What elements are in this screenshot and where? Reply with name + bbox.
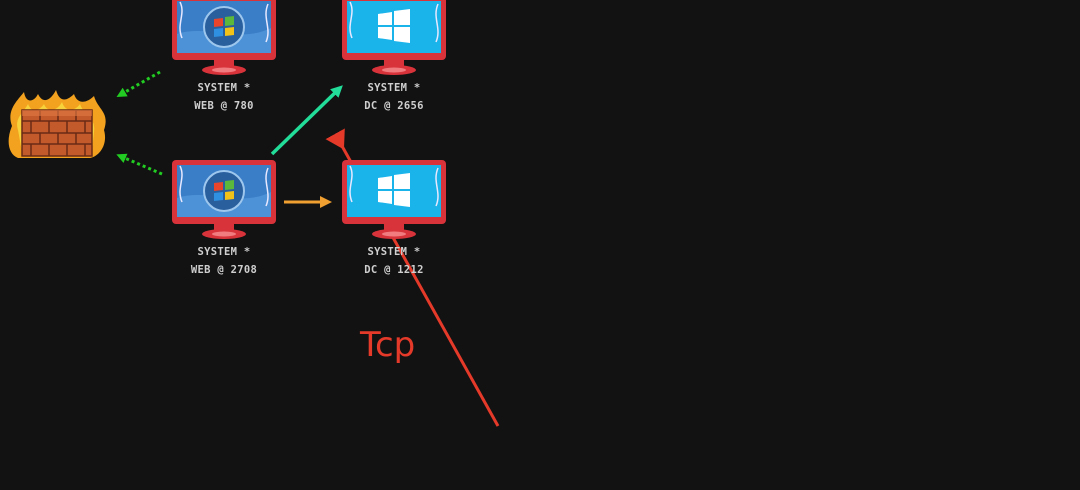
node-user-label: SYSTEM *: [367, 82, 421, 94]
node-user-label: SYSTEM *: [197, 82, 251, 94]
firewall-icon[interactable]: [4, 86, 114, 166]
node-host-label: WEB @ 2708: [190, 264, 258, 276]
session-node-dc-1212[interactable]: SYSTEM * DC @ 1212: [329, 158, 459, 280]
windows-10-computer-icon: [342, 0, 446, 75]
windows-7-computer-icon: [172, 160, 276, 239]
node-user-label: SYSTEM *: [197, 246, 251, 258]
node-host-label: WEB @ 780: [194, 100, 254, 112]
session-node-dc-2656[interactable]: SYSTEM * DC @ 2656: [329, 0, 459, 116]
windows-10-computer-icon: [342, 160, 446, 239]
node-host-label: DC @ 2656: [364, 100, 424, 112]
node-host-label: DC @ 1212: [364, 264, 424, 276]
tcp-annotation-label: Tcp: [360, 325, 416, 365]
windows-7-computer-icon: [172, 0, 276, 75]
session-node-web-2708[interactable]: SYSTEM * WEB @ 2708: [159, 158, 289, 280]
edge-web2708-firewall[interactable]: [116, 153, 163, 176]
edge-web780-firewall[interactable]: [116, 70, 161, 97]
node-user-label: SYSTEM *: [367, 246, 421, 258]
session-graph-canvas[interactable]: SYSTEM * WEB @ 780 SYSTEM * DC @ 2656 SY…: [0, 0, 1080, 490]
session-node-web-780[interactable]: SYSTEM * WEB @ 780: [159, 0, 289, 116]
